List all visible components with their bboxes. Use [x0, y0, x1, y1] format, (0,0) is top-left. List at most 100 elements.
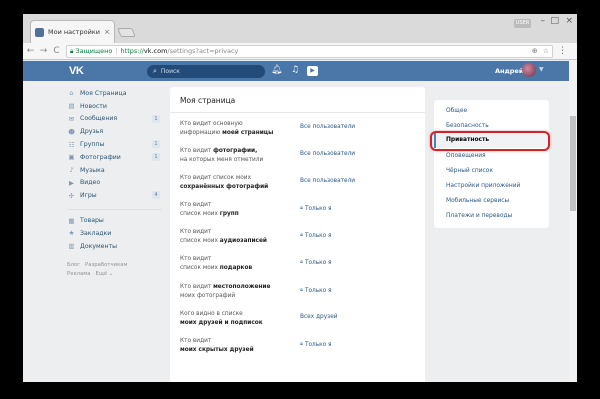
music-note-icon[interactable]: ♫	[291, 65, 299, 75]
friends-icon: ☻	[68, 127, 75, 136]
secure-label: Защищено	[75, 47, 113, 55]
setting-question: Кто видит моих скрытых друзей	[180, 337, 290, 354]
privacy-value-dropdown[interactable]: Все пользователи	[300, 151, 355, 157]
lock-icon: 🔒︎	[300, 205, 303, 211]
chevron-down-icon[interactable]: ▼	[539, 66, 544, 73]
question-text: на которых меня отметили	[180, 156, 264, 163]
sidebar-item[interactable]: ▥ Документы	[67, 240, 167, 253]
profile-badge[interactable]: USER	[514, 19, 531, 28]
sidebar-item[interactable]: ✣ Игры 4	[67, 189, 167, 202]
lock-icon: 🔒︎	[300, 341, 303, 347]
browser-tab[interactable]: Мои настройки ×	[30, 20, 115, 43]
scrollbar-thumb[interactable]	[570, 116, 576, 211]
location-icon[interactable]: ⊕	[532, 47, 538, 55]
settings-menu-item[interactable]: Безопасность	[446, 123, 489, 129]
settings-menu-item[interactable]: Общее	[446, 108, 467, 114]
video-icon: ▶	[69, 178, 74, 187]
sidebar-item-label: Новости	[80, 102, 107, 110]
search-input[interactable]: ⌕ Поиск	[147, 65, 265, 78]
browser-window: Мои настройки × USER – □ × ← → C 🔒︎ Защи…	[23, 14, 577, 382]
privacy-value-label: Только я	[304, 287, 332, 294]
privacy-value-dropdown[interactable]: 🔒︎ Только я	[300, 259, 332, 266]
setting-question: Кто видит основную информацию моей страни…	[180, 120, 290, 137]
settings-menu-item[interactable]: Настройки приложений	[446, 183, 520, 189]
setting-question: Кто видит список моих аудиозаписей	[180, 228, 290, 245]
play-icon[interactable]: ▶	[307, 66, 318, 76]
page-scrollbar[interactable]	[569, 61, 577, 382]
question-emphasis: подарков	[219, 264, 253, 271]
sidebar-item[interactable]: ▣ Фотографии 1	[67, 151, 167, 164]
sidebar-item[interactable]: ▤ Новости	[67, 100, 167, 113]
counter-badge: 4	[152, 191, 160, 200]
question-emphasis: фотографии,	[213, 148, 258, 154]
search-placeholder: Поиск	[160, 68, 180, 75]
lock-icon: 🔒︎	[300, 232, 303, 238]
settings-menu-item[interactable]: Мобильные сервисы	[446, 198, 509, 204]
counter-badge: 1	[152, 114, 160, 123]
settings-menu-item[interactable]: Платежи и переводы	[446, 213, 512, 219]
privacy-value-label: Только я	[304, 341, 332, 348]
vk-header: VK ⌕ Поиск 🔔︎ ♫ ▶ Андрей ▼	[23, 61, 577, 81]
sidebar-item[interactable]: ▶ Видео	[67, 177, 167, 190]
privacy-value-dropdown[interactable]: 🔒︎ Только я	[300, 341, 332, 348]
question-text: Кто видит	[180, 148, 214, 154]
user-name[interactable]: Андрей	[495, 67, 523, 75]
sidebar-item[interactable]: ☷ Группы 1	[67, 138, 167, 151]
home-icon: ⌂	[69, 89, 74, 98]
footer-link[interactable]: Блог	[67, 262, 80, 268]
sidebar-item-label: Сообщения	[80, 115, 118, 123]
url-path: /settings?act=privacy	[167, 47, 239, 55]
question-text: список моих	[180, 210, 220, 217]
privacy-settings-panel: Моя страница Кто видит основную информаци…	[170, 87, 425, 382]
privacy-value-dropdown[interactable]: 🔒︎ Только я	[300, 287, 332, 294]
lock-icon: 🔒︎	[70, 46, 74, 55]
privacy-value-label: Только я	[304, 232, 332, 239]
sidebar-item[interactable]: ⌂ Моя Страница	[67, 87, 167, 100]
sidebar-item[interactable]: ▦ Товары	[67, 214, 167, 227]
footer-link[interactable]: Разработчикам	[85, 262, 127, 268]
notifications-bell-icon[interactable]: 🔔︎	[271, 65, 282, 75]
privacy-value-dropdown[interactable]: 🔒︎ Только я	[300, 232, 332, 239]
reload-icon[interactable]: C	[51, 46, 62, 56]
footer-link[interactable]: Ещё ⌄	[96, 271, 114, 277]
privacy-value-dropdown[interactable]: 🔒︎ Только я	[300, 205, 332, 212]
url-host: vk.com	[143, 47, 168, 55]
question-text: Кто видит	[180, 202, 212, 208]
maximize-icon[interactable]: □	[550, 16, 559, 26]
sidebar-item-label: Закладки	[80, 229, 112, 237]
settings-menu-item[interactable]: Чёрный список	[446, 168, 493, 174]
sidebar-item-label: Игры	[80, 192, 97, 200]
title-divider	[170, 112, 425, 113]
privacy-value-dropdown[interactable]: Все пользователи	[300, 124, 355, 130]
minimize-icon[interactable]: –	[541, 16, 546, 26]
question-text: информацию	[180, 129, 223, 136]
question-emphasis: сохранённых фотографий	[180, 183, 269, 190]
highlight-annotation	[430, 131, 550, 151]
sidebar-item-label: Документы	[80, 242, 118, 250]
sidebar-item[interactable]: ♪ Музыка	[67, 164, 167, 177]
groups-icon: ☷	[68, 140, 75, 149]
bookmark-star-icon[interactable]: ☆	[543, 47, 549, 55]
sidebar-item[interactable]: ★ Закладки	[67, 227, 167, 240]
tab-strip: Мои настройки × USER – □ ×	[23, 14, 577, 43]
question-text: Кого видно в списке	[180, 311, 243, 317]
vk-logo[interactable]: VK	[69, 65, 84, 77]
forward-icon[interactable]: →	[38, 46, 49, 56]
address-bar[interactable]: 🔒︎ Защищено | https:// vk.com /settings?…	[66, 44, 553, 58]
footer-link[interactable]: Реклама	[67, 271, 91, 277]
lock-icon: 🔒︎	[300, 287, 303, 293]
settings-menu-item[interactable]: Оповещения	[446, 153, 486, 159]
privacy-value-dropdown[interactable]: Все пользователи	[300, 178, 355, 184]
messages-icon: ✉	[68, 114, 75, 123]
back-icon[interactable]: ←	[25, 46, 36, 56]
chrome-menu-icon[interactable]: ⋮	[558, 46, 567, 56]
sidebar-item[interactable]: ✉ Сообщения 1	[67, 113, 167, 126]
avatar[interactable]	[522, 63, 536, 77]
tab-close-icon[interactable]: ×	[104, 28, 110, 36]
close-window-icon[interactable]: ×	[565, 16, 573, 26]
new-tab-button[interactable]	[117, 28, 136, 37]
search-icon: ⌕	[153, 67, 157, 75]
privacy-value-dropdown[interactable]: Всех друзей	[300, 314, 338, 320]
settings-menu: Общее Безопасность Приватность Оповещения Чё…	[434, 100, 549, 228]
sidebar-item[interactable]: ☻ Друзья	[67, 125, 167, 138]
